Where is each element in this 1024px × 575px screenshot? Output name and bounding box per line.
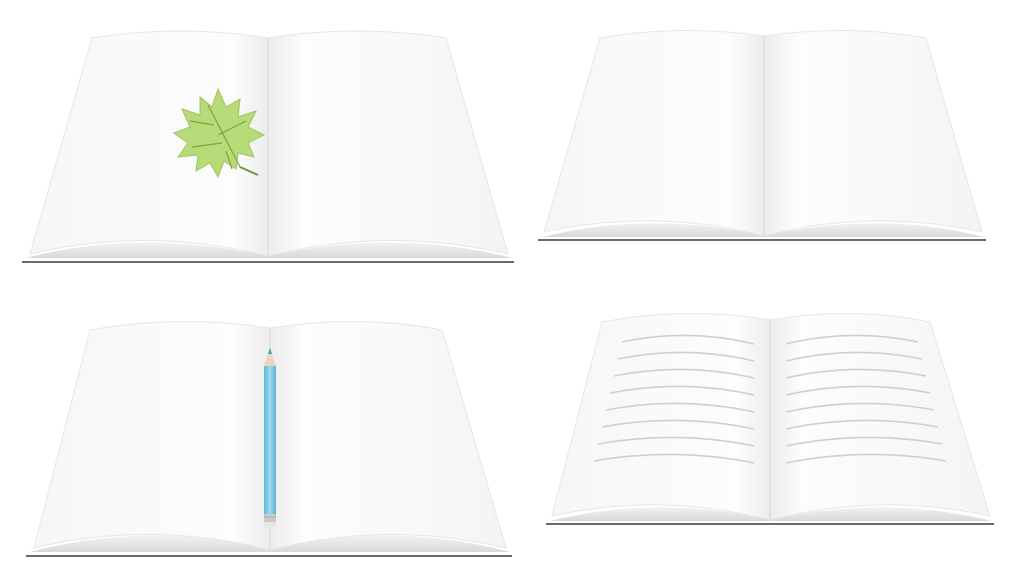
pencil-icon bbox=[264, 348, 276, 527]
right-page bbox=[763, 29, 983, 237]
left-page bbox=[551, 313, 771, 521]
right-page bbox=[269, 321, 507, 551]
open-books-illustration bbox=[0, 0, 1024, 575]
right-page bbox=[769, 312, 991, 521]
book-with-pencil bbox=[26, 321, 512, 557]
book-blank bbox=[538, 29, 986, 241]
book-lined bbox=[546, 312, 994, 525]
scene-svg bbox=[22, 29, 994, 557]
left-page bbox=[33, 321, 271, 551]
left-page bbox=[543, 29, 765, 237]
book-with-leaf bbox=[22, 30, 514, 263]
right-page bbox=[267, 30, 509, 257]
